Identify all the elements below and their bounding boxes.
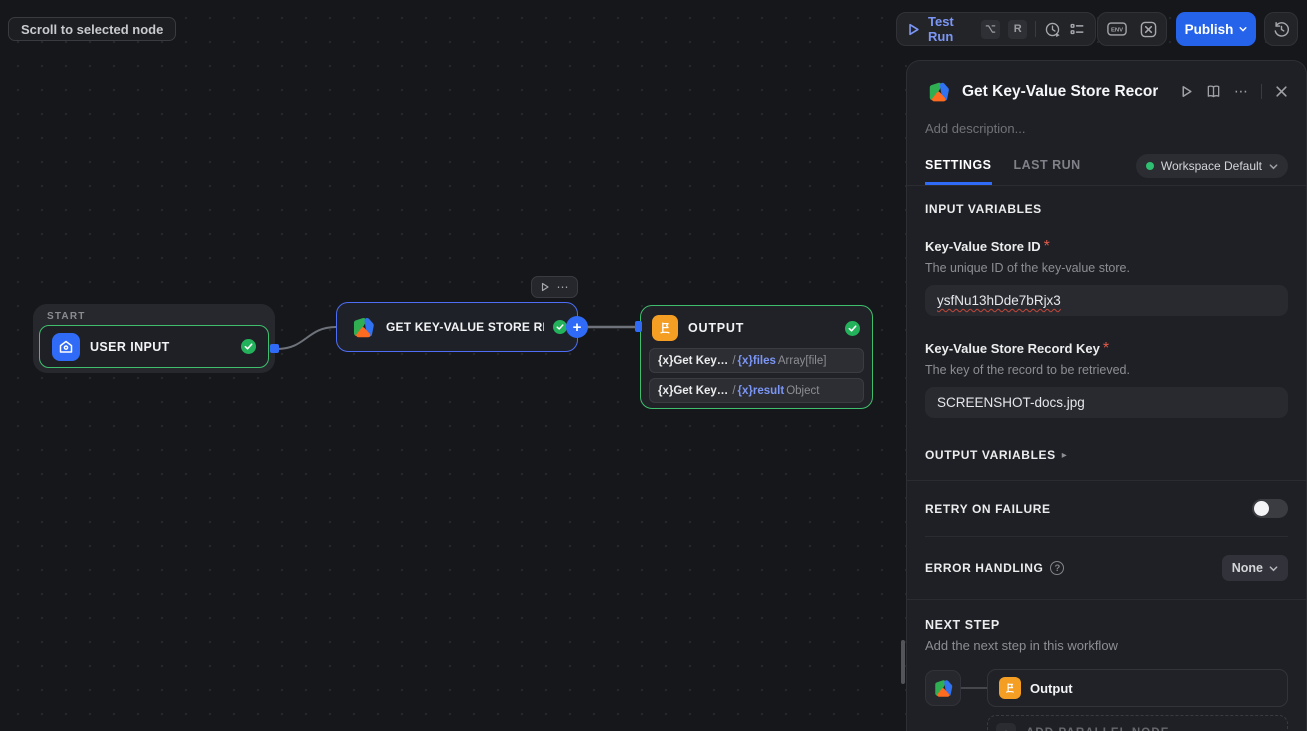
- error-handling-heading: ERROR HANDLING: [925, 561, 1043, 575]
- scroll-to-selected-node-button[interactable]: Scroll to selected node: [8, 17, 176, 41]
- option-key-icon: [981, 20, 1000, 39]
- kv-store-id-value: ysfNu13hDde7bRjx3: [937, 293, 1061, 308]
- apify-logo-icon: [349, 313, 377, 341]
- publish-label: Publish: [1185, 22, 1234, 37]
- node-hover-toolbar: ⋯: [531, 276, 578, 298]
- user-input-success-icon: [241, 339, 256, 354]
- row-slash: /: [732, 355, 735, 367]
- next-step-description: Add the next step in this workflow: [925, 638, 1288, 653]
- node-more-icon[interactable]: ⋯: [557, 282, 570, 292]
- run-config-list-icon[interactable]: [1069, 21, 1085, 37]
- history-button[interactable]: [1264, 12, 1298, 46]
- record-key-value: SCREENSHOT-docs.jpg: [937, 395, 1085, 410]
- close-panel-icon[interactable]: [1275, 85, 1288, 98]
- chevron-down-icon: [1269, 162, 1278, 171]
- retry-on-failure-heading: RETRY ON FAILURE: [925, 502, 1051, 516]
- help-icon[interactable]: ?: [1050, 561, 1064, 575]
- required-asterisk: *: [1103, 340, 1109, 357]
- kv-store-id-input[interactable]: ysfNu13hDde7bRjx3: [925, 285, 1288, 316]
- row-slash: /: [732, 385, 735, 397]
- plus-icon: +: [996, 723, 1016, 731]
- variables-icon[interactable]: [1140, 21, 1157, 38]
- field-description: The unique ID of the key-value store.: [925, 261, 1288, 275]
- node-run-icon[interactable]: [540, 282, 550, 292]
- field-description: The key of the record to be retrieved.: [925, 363, 1288, 377]
- error-handling-select[interactable]: None: [1222, 555, 1288, 581]
- run-toolbar-group: Test Run R: [896, 12, 1096, 46]
- user-input-home-icon: [52, 333, 80, 361]
- output-success-icon: [845, 321, 860, 336]
- more-options-icon[interactable]: ⋯: [1234, 83, 1248, 100]
- row-type: Array[file]: [778, 355, 827, 367]
- output-variable-row[interactable]: {x}Get Key… / {x}result Object: [649, 378, 864, 403]
- error-handling-value: None: [1232, 561, 1263, 575]
- record-key-input[interactable]: SCREENSHOT-docs.jpg: [925, 387, 1288, 418]
- user-input-node-title: USER INPUT: [90, 340, 170, 354]
- output-variables-heading: OUTPUT VARIABLES: [925, 448, 1056, 462]
- workspace-selector-label: Workspace Default: [1161, 159, 1262, 173]
- row-type: Object: [786, 385, 819, 397]
- next-step-output-label: Output: [1030, 681, 1073, 696]
- tab-last-run[interactable]: LAST RUN: [1014, 158, 1081, 185]
- output-node-title: OUTPUT: [688, 321, 744, 335]
- next-step-connector: [961, 687, 987, 689]
- r-key-badge: R: [1008, 20, 1027, 39]
- docs-book-icon[interactable]: [1206, 84, 1221, 99]
- chevron-down-icon: [1269, 564, 1278, 573]
- user-input-node[interactable]: USER INPUT: [39, 325, 269, 368]
- field-label: Key-Value Store Record Key: [925, 341, 1100, 356]
- description-input[interactable]: Add description...: [907, 105, 1306, 136]
- row-source: {x}Get Key…: [658, 385, 728, 397]
- panel-scrollbar[interactable]: [901, 640, 905, 684]
- row-source: {x}Get Key…: [658, 355, 728, 367]
- next-step-output-card[interactable]: Output: [987, 669, 1288, 707]
- input-variables-heading: INPUT VARIABLES: [925, 202, 1288, 216]
- toolbar-separator: [1035, 21, 1036, 37]
- apify-logo-icon: [931, 676, 955, 700]
- kv-success-icon: [553, 320, 567, 334]
- header-separator: [1261, 84, 1262, 99]
- workspace-status-dot: [1146, 162, 1154, 170]
- kv-node-title: GET KEY-VALUE STORE RE: [386, 320, 544, 334]
- chevron-down-icon: [1239, 25, 1247, 33]
- start-node-group: START USER INPUT: [33, 304, 275, 373]
- row-variable: {x}result: [738, 385, 785, 397]
- node-settings-panel: Get Key-Value Store Record ⋯ Add descrip…: [906, 60, 1307, 731]
- publish-button[interactable]: Publish: [1176, 12, 1256, 46]
- chevron-right-icon: ▸: [1062, 450, 1067, 461]
- next-step-heading: NEXT STEP: [925, 618, 1288, 632]
- test-run-play-icon[interactable]: [907, 23, 920, 36]
- field-label: Key-Value Store ID: [925, 239, 1041, 254]
- add-parallel-node-button[interactable]: + ADD PARALLEL NODE: [987, 715, 1288, 731]
- svg-text:ENV: ENV: [1111, 28, 1123, 34]
- start-group-label: START: [33, 304, 275, 322]
- get-key-value-store-node[interactable]: GET KEY-VALUE STORE RE: [336, 302, 578, 352]
- tab-settings[interactable]: SETTINGS: [925, 158, 992, 185]
- add-next-node-button[interactable]: +: [566, 316, 588, 338]
- output-node[interactable]: OUTPUT {x}Get Key… / {x}files Array[file…: [640, 305, 873, 409]
- divider: [907, 185, 1306, 186]
- env-vars-toolbar-group: ENV: [1097, 12, 1167, 46]
- env-icon[interactable]: ENV: [1107, 21, 1127, 37]
- output-flag-icon: [652, 315, 678, 341]
- retry-toggle[interactable]: [1252, 499, 1288, 518]
- required-asterisk: *: [1044, 238, 1050, 255]
- output-flag-icon: [999, 677, 1021, 699]
- output-variable-row[interactable]: {x}Get Key… / {x}files Array[file]: [649, 348, 864, 373]
- start-output-port[interactable]: [270, 344, 279, 353]
- add-parallel-label: ADD PARALLEL NODE: [1026, 727, 1170, 731]
- current-node-tile: [925, 670, 961, 706]
- schedule-clock-icon[interactable]: [1044, 21, 1061, 38]
- row-variable: {x}files: [738, 355, 776, 367]
- workspace-selector[interactable]: Workspace Default: [1136, 154, 1288, 178]
- output-input-port[interactable]: [635, 321, 642, 332]
- run-node-icon[interactable]: [1180, 85, 1193, 98]
- apify-logo-icon: [925, 78, 952, 105]
- output-variables-toggle[interactable]: OUTPUT VARIABLES ▸: [925, 448, 1288, 480]
- panel-title: Get Key-Value Store Record: [962, 83, 1158, 101]
- toggle-knob: [1254, 501, 1269, 516]
- test-run-button[interactable]: Test Run: [928, 14, 973, 44]
